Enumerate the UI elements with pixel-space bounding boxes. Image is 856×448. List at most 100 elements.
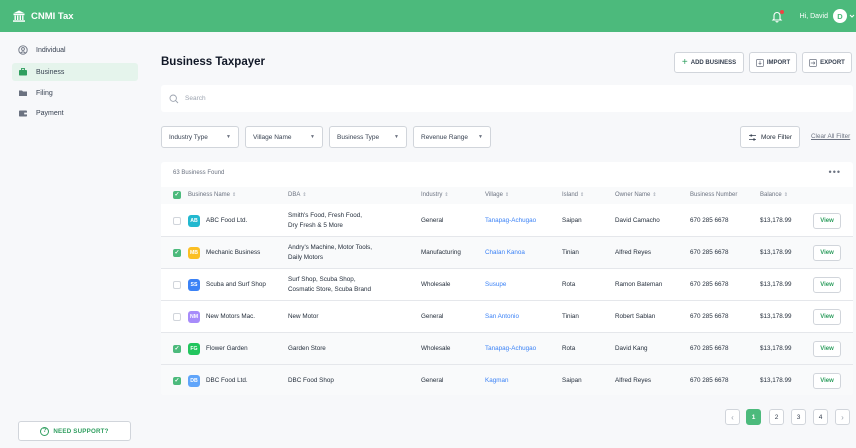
page-title: Business Taxpayer bbox=[161, 56, 265, 68]
select-all-checkbox[interactable]: ✓ bbox=[173, 191, 181, 199]
import-button[interactable]: IMPORT bbox=[749, 52, 797, 73]
table-row[interactable]: NM New Motors Mac. New Motor General San Ant… bbox=[161, 301, 853, 333]
brand[interactable]: CNMI Tax bbox=[12, 9, 74, 23]
business-avatar: FG bbox=[188, 343, 200, 355]
village-link[interactable]: Chalan Kanoa bbox=[485, 248, 525, 257]
pagination-page-2[interactable]: 2 bbox=[769, 409, 784, 425]
business-name: DBC Food Ltd. bbox=[206, 377, 248, 384]
search-icon bbox=[169, 94, 179, 103]
sidebar: Individual Business Filing Payment ? NEE… bbox=[0, 32, 144, 448]
row-checkbox[interactable] bbox=[173, 217, 181, 225]
dba-line-1: Surf Shop, Scuba Shop, bbox=[288, 276, 356, 283]
view-button[interactable]: View bbox=[813, 245, 841, 261]
business-number: 670 285 6678 bbox=[690, 377, 729, 384]
filter-label: Village Name bbox=[253, 133, 292, 141]
top-bar: CNMI Tax Hi, David D bbox=[0, 0, 856, 32]
table-row[interactable]: ✓ MB Mechanic Business Andry's Machine, Mot… bbox=[161, 237, 853, 269]
owner-name: David Camacho bbox=[615, 217, 660, 224]
sort-icon: ⇕ bbox=[444, 192, 449, 198]
balance: $13,178.99 bbox=[760, 377, 792, 384]
table-row[interactable]: ✓ DB DBC Food Ltd. DBC Food Shop General Kagm… bbox=[161, 365, 853, 395]
filter-industry-type[interactable]: Industry Type ▼ bbox=[161, 126, 239, 148]
row-checkbox[interactable]: ✓ bbox=[173, 249, 181, 257]
column-header-business-name[interactable]: Business Name ⇕ bbox=[188, 192, 236, 198]
app-title: CNMI Tax bbox=[31, 10, 74, 22]
notification-bell-icon[interactable] bbox=[770, 9, 784, 23]
caret-down-icon: ▼ bbox=[310, 134, 315, 140]
caret-down-icon: ▼ bbox=[394, 134, 399, 140]
sidebar-item-payment[interactable]: Payment bbox=[12, 104, 138, 122]
column-header-owner-name[interactable]: Owner Name ⇕ bbox=[615, 192, 657, 198]
dba-line-2: Dry Fresh & 5 More bbox=[288, 222, 343, 229]
search-input[interactable]: Search bbox=[185, 95, 206, 102]
business-table-card: 63 Business Found ••• ✓ Business Name ⇕ D… bbox=[161, 162, 853, 395]
filter-business-type[interactable]: Business Type ▼ bbox=[329, 126, 407, 148]
more-filter-button[interactable]: More Filter bbox=[740, 126, 800, 148]
view-button[interactable]: View bbox=[813, 373, 841, 389]
view-button[interactable]: View bbox=[813, 277, 841, 293]
filter-label: Revenue Range bbox=[421, 133, 468, 141]
business-avatar: DB bbox=[188, 375, 200, 387]
clear-all-filter-link[interactable]: Clear All Filter bbox=[811, 133, 850, 140]
import-label: IMPORT bbox=[766, 59, 791, 66]
sidebar-item-individual[interactable]: Individual bbox=[12, 41, 138, 59]
village-link[interactable]: San Antonio bbox=[485, 312, 519, 321]
column-header-village[interactable]: Village ⇕ bbox=[485, 192, 509, 198]
import-icon bbox=[756, 58, 764, 67]
view-button[interactable]: View bbox=[813, 309, 841, 325]
business-avatar: AB bbox=[188, 215, 200, 227]
filter-village-name[interactable]: Village Name ▼ bbox=[245, 126, 323, 148]
row-checkbox[interactable] bbox=[173, 313, 181, 321]
support-label: NEED SUPPORT? bbox=[53, 427, 109, 435]
sliders-icon bbox=[748, 134, 756, 140]
island: Tinian bbox=[562, 249, 579, 256]
sort-icon: ⇕ bbox=[302, 192, 307, 198]
island: Saipan bbox=[562, 377, 582, 384]
village-link[interactable]: Tanapag-Achugao bbox=[485, 344, 536, 353]
table-row[interactable]: SS Scuba and Surf Shop Surf Shop, Scuba Sh… bbox=[161, 269, 853, 301]
pagination-page-1[interactable]: 1 bbox=[746, 409, 761, 425]
table-row[interactable]: AB ABC Food Ltd. Smith's Food, Fresh Food,… bbox=[161, 205, 853, 237]
village-link[interactable]: Kagman bbox=[485, 376, 508, 385]
row-checkbox[interactable]: ✓ bbox=[173, 345, 181, 353]
pagination-page-3[interactable]: 3 bbox=[791, 409, 806, 425]
business-avatar: SS bbox=[188, 279, 200, 291]
column-header-island[interactable]: Island ⇕ bbox=[562, 192, 584, 198]
row-checkbox[interactable]: ✓ bbox=[173, 377, 181, 385]
add-business-button[interactable]: + ADD BUSINESS bbox=[674, 52, 744, 73]
village-link[interactable]: Tanapag-Achugao bbox=[485, 216, 536, 225]
village-link[interactable]: Susupe bbox=[485, 280, 506, 289]
dba-line-1: New Motor bbox=[288, 313, 319, 320]
more-filter-label: More Filter bbox=[760, 133, 793, 141]
column-header-dba[interactable]: DBA ⇕ bbox=[288, 192, 307, 198]
filter-label: Industry Type bbox=[169, 133, 208, 141]
business-number: 670 285 6678 bbox=[690, 249, 729, 256]
pagination-page-4[interactable]: 4 bbox=[813, 409, 828, 425]
pagination-prev[interactable]: ‹ bbox=[725, 409, 740, 425]
column-header-balance[interactable]: Balance ⇕ bbox=[760, 192, 788, 198]
view-button[interactable]: View bbox=[813, 341, 841, 357]
chevron-down-icon[interactable] bbox=[848, 12, 856, 20]
business-name: New Motors Mac. bbox=[206, 313, 255, 320]
view-button[interactable]: View bbox=[813, 213, 841, 229]
column-header-industry[interactable]: Industry ⇕ bbox=[421, 192, 449, 198]
column-header-business-number[interactable]: Business Number bbox=[690, 192, 737, 198]
sidebar-item-filing[interactable]: Filing bbox=[12, 84, 138, 102]
pagination-next[interactable]: › bbox=[835, 409, 850, 425]
owner-name: Alfred Reyes bbox=[615, 377, 652, 384]
table-row[interactable]: ✓ FG Flower Garden Garden Store Wholesale Tan… bbox=[161, 333, 853, 365]
sidebar-item-business[interactable]: Business bbox=[12, 63, 138, 81]
business-avatar: MB bbox=[188, 247, 200, 259]
search-bar[interactable]: Search bbox=[161, 85, 853, 112]
need-support-button[interactable]: ? NEED SUPPORT? bbox=[18, 421, 131, 441]
sort-icon: ⇕ bbox=[580, 192, 585, 198]
export-button[interactable]: EXPORT bbox=[802, 52, 852, 73]
balance: $13,178.99 bbox=[760, 313, 792, 320]
folder-icon bbox=[18, 88, 28, 98]
more-options-icon[interactable]: ••• bbox=[829, 167, 841, 177]
balance: $13,178.99 bbox=[760, 345, 792, 352]
business-avatar: NM bbox=[188, 311, 200, 323]
avatar[interactable]: D bbox=[833, 9, 847, 23]
row-checkbox[interactable] bbox=[173, 281, 181, 289]
filter-revenue-range[interactable]: Revenue Range ▼ bbox=[413, 126, 491, 148]
